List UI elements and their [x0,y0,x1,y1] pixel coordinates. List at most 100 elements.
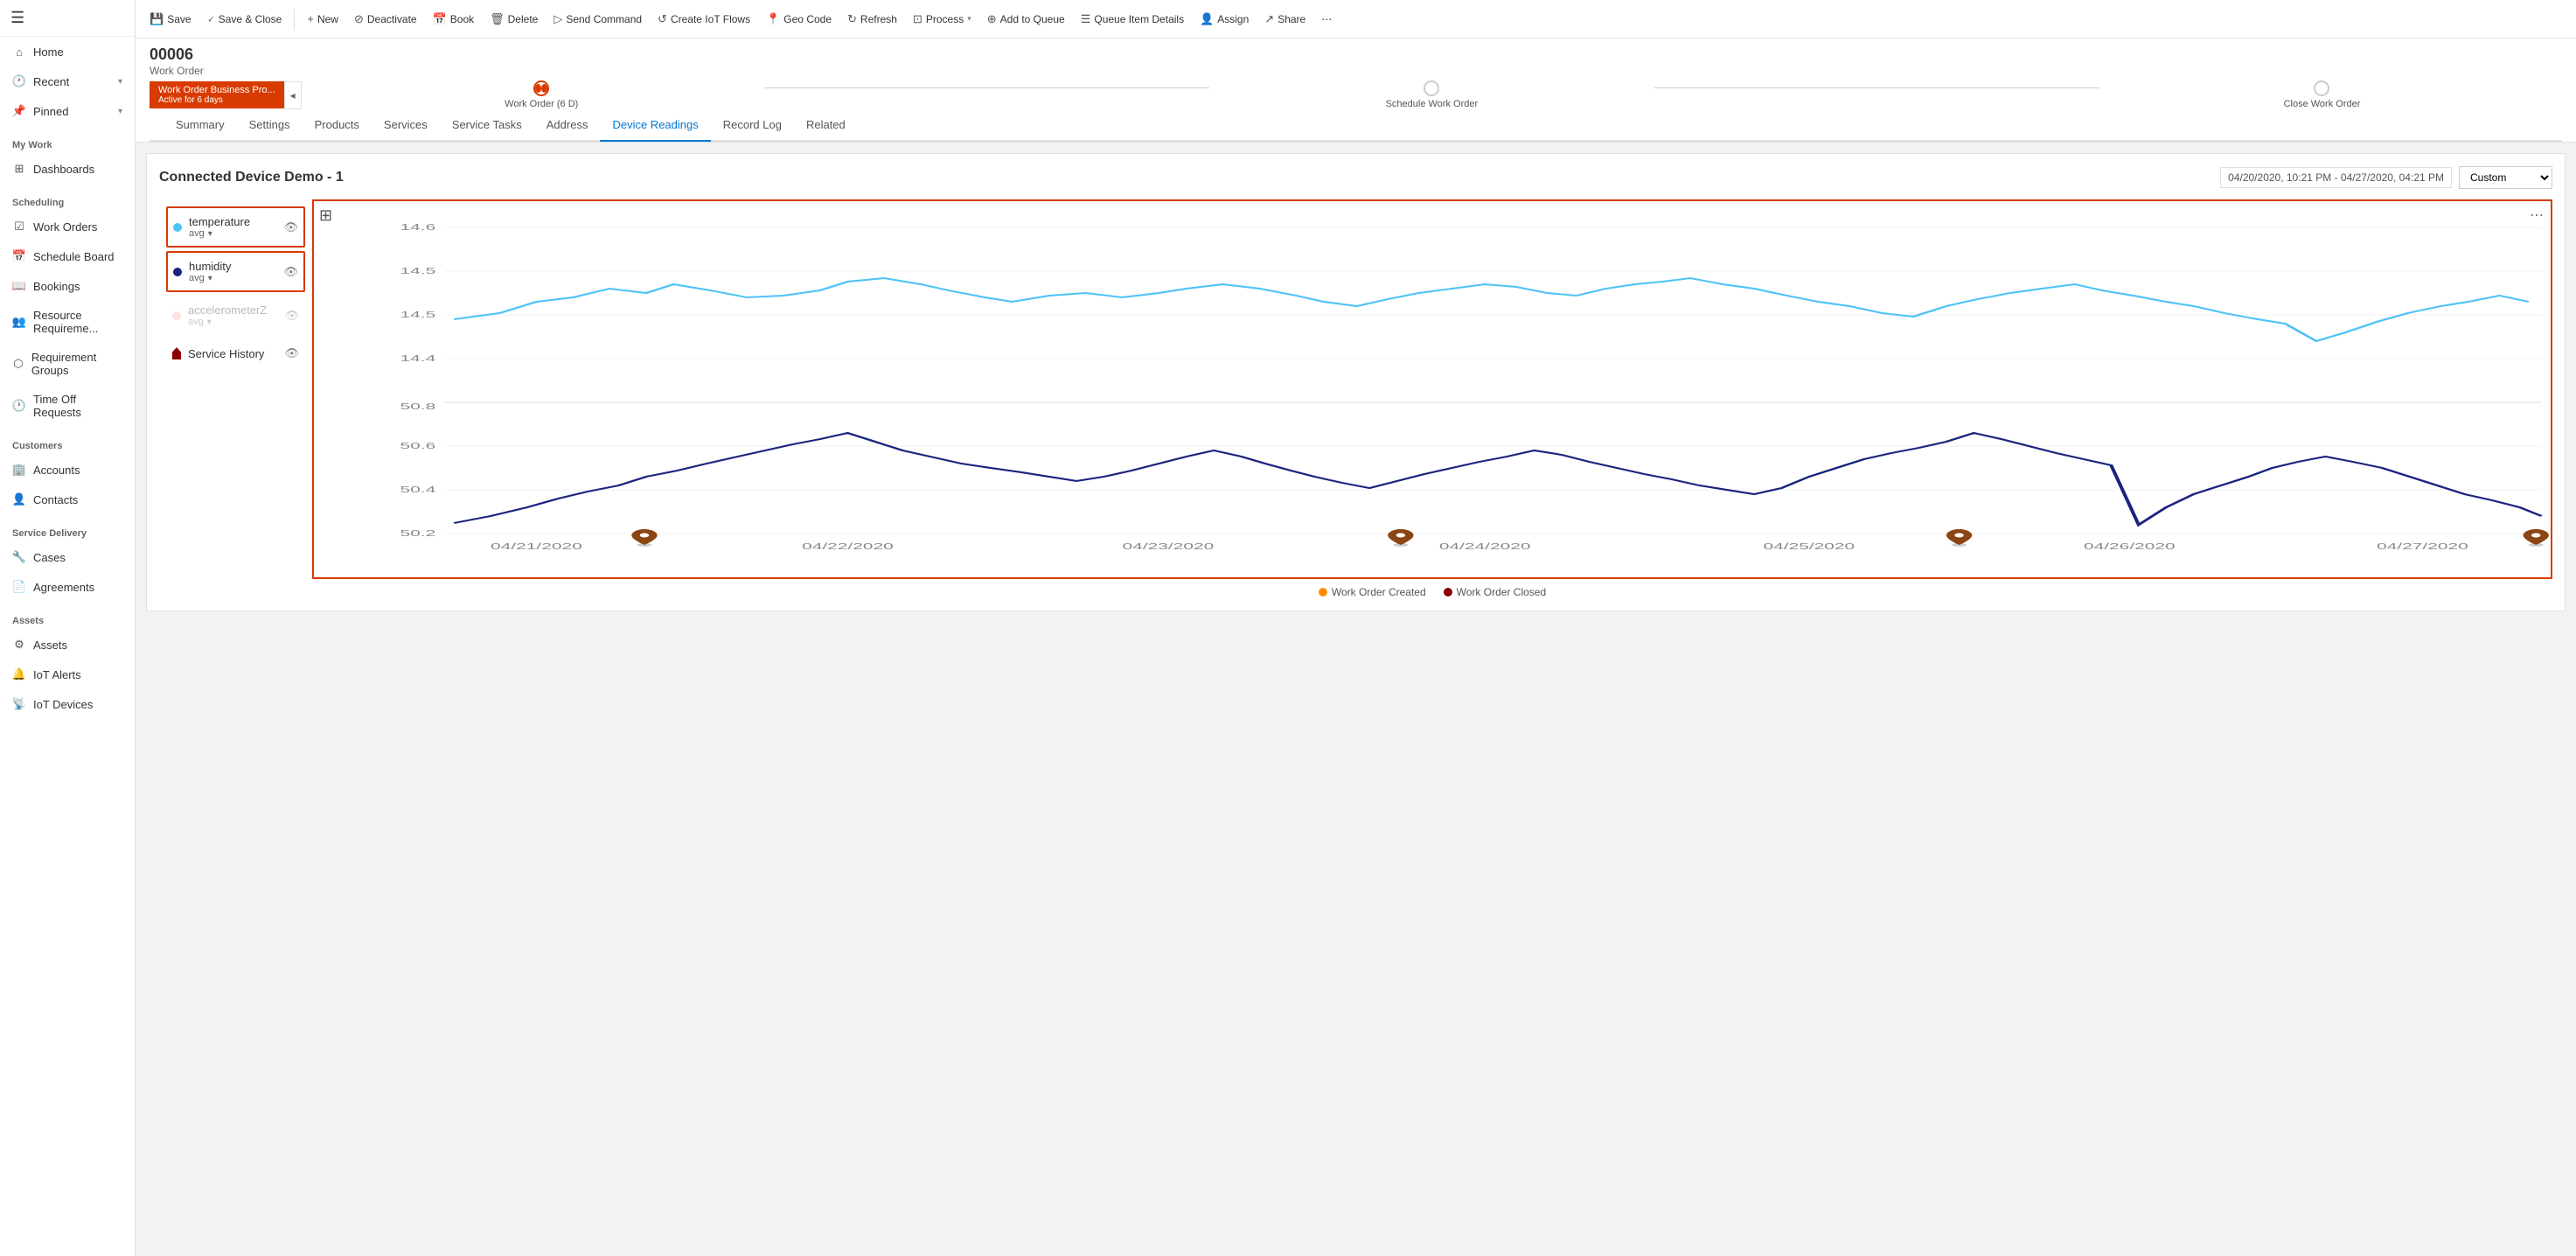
stage-label-close: Close Work Order [2284,99,2361,109]
save-button[interactable]: 💾 Save [143,7,198,31]
active-stage-sub: Active for 6 days [158,95,275,105]
legend-item-temperature[interactable]: temperature avg ▾ 👁 [166,206,305,248]
layers-button[interactable]: ⊞ [319,206,332,225]
sidebar-item-requirement-groups[interactable]: ⬡ Requirement Groups [0,343,135,385]
device-card-header: Connected Device Demo - 1 04/20/2020, 10… [159,166,2552,189]
tab-service-tasks[interactable]: Service Tasks [440,109,534,142]
sidebar-item-requirement-groups-label: Requirement Groups [31,351,122,377]
sidebar-item-agreements[interactable]: 📄 Agreements [0,572,135,602]
stage-collapse-button[interactable]: ◂ [284,81,302,109]
sidebar-item-dashboards[interactable]: ⊞ Dashboards [0,154,135,184]
eye-icon-service-history[interactable]: 👁 [284,346,299,360]
svg-text:04/26/2020: 04/26/2020 [2084,541,2176,551]
legend-item-humidity[interactable]: humidity avg ▾ 👁 [166,251,305,292]
sidebar-item-accounts[interactable]: 🏢 Accounts [0,455,135,485]
tab-settings[interactable]: Settings [237,109,303,142]
tabs: Summary Settings Products Services Servi… [150,109,2562,142]
delete-button[interactable]: 🗑 Delete [483,7,545,31]
deactivate-button[interactable]: ⊘ Deactivate [347,7,424,31]
service-marker-3[interactable] [1946,529,1972,547]
share-button[interactable]: ↗ Share [1257,7,1312,31]
sidebar-item-dashboards-label: Dashboards [33,163,94,176]
service-marker-4[interactable] [2524,529,2549,547]
assign-button[interactable]: 👤 Assign [1193,7,1256,31]
sidebar-item-resource-req[interactable]: 👥 Resource Requireme... [0,301,135,343]
chart-options-button[interactable]: ⋯ [2530,206,2544,224]
send-command-button[interactable]: ▷ Send Command [547,7,649,31]
iot-flows-icon: ↺ [658,12,667,26]
svg-text:14.4: 14.4 [400,353,436,363]
hamburger-icon[interactable]: ☰ [10,9,24,27]
sidebar-item-iot-devices-label: IoT Devices [33,698,93,711]
sidebar-item-recent[interactable]: 🕐 Recent ▾ [0,66,135,96]
book-button[interactable]: 📅 Book [426,7,482,31]
tab-device-readings[interactable]: Device Readings [600,109,710,142]
sidebar-item-contacts[interactable]: 👤 Contacts [0,485,135,514]
service-marker-1[interactable] [631,529,657,547]
requirement-groups-icon: ⬡ [12,357,24,371]
work-order-closed-label: Work Order Closed [1457,586,1546,598]
temperature-sub: avg ▾ [189,228,283,239]
sidebar-item-assets-label: Assets [33,638,67,652]
create-iot-flows-button[interactable]: ↺ Create IoT Flows [651,7,757,31]
sidebar-item-schedule-board-label: Schedule Board [33,250,115,263]
svg-text:04/24/2020: 04/24/2020 [1439,541,1531,551]
add-to-queue-button[interactable]: ⊕ Add to Queue [980,7,1072,31]
tab-address[interactable]: Address [534,109,601,142]
svg-text:04/25/2020: 04/25/2020 [1764,541,1855,551]
sidebar-item-assets[interactable]: ⚙ Assets [0,630,135,659]
sidebar-item-work-orders[interactable]: ☑ Work Orders [0,212,135,241]
sidebar-item-iot-alerts[interactable]: 🔔 IoT Alerts [0,659,135,689]
sidebar-item-cases[interactable]: 🔧 Cases [0,542,135,572]
sidebar-item-pinned-label: Pinned [33,105,68,118]
stage-step-work-order[interactable]: Work Order (6 D) [319,80,764,109]
more-icon: ⋯ [1321,13,1332,25]
tab-products[interactable]: Products [303,109,372,142]
chevron-down-icon-temp[interactable]: ▾ [208,229,212,239]
customers-section: 🏢 Accounts 👤 Contacts [0,455,135,514]
sidebar-item-home[interactable]: ⌂ Home [0,37,135,66]
stage-circle-close [2314,80,2329,96]
main-content: 💾 Save 🗸 Save & Close + New ⊘ Deactivate… [136,0,2576,1256]
service-delivery-section: 🔧 Cases 📄 Agreements [0,542,135,602]
svg-text:04/27/2020: 04/27/2020 [2377,541,2468,551]
process-button[interactable]: ⊡ Process ▾ [906,7,978,31]
stage-line-1 [764,87,1209,88]
stage-step-schedule[interactable]: Schedule Work Order [1209,80,1654,109]
add-to-queue-icon: ⊕ [987,12,997,26]
sidebar-item-contacts-label: Contacts [33,493,78,506]
sidebar-item-pinned[interactable]: 📌 Pinned ▾ [0,96,135,126]
temperature-info: temperature avg ▾ [189,215,283,239]
more-button[interactable]: ⋯ [1314,8,1339,31]
tab-record-log[interactable]: Record Log [711,109,794,142]
eye-icon-temperature[interactable]: 👁 [283,220,298,234]
service-marker-2[interactable] [1388,529,1413,547]
stage-step-close[interactable]: Close Work Order [2099,80,2545,109]
sidebar-item-bookings[interactable]: 📖 Bookings [0,271,135,301]
geo-code-button[interactable]: 📍 Geo Code [759,7,839,31]
sidebar-item-iot-alerts-label: IoT Alerts [33,668,81,681]
sidebar-item-bookings-label: Bookings [33,280,80,293]
time-off-icon: 🕐 [12,399,26,413]
tab-summary[interactable]: Summary [164,109,237,142]
tab-services[interactable]: Services [372,109,440,142]
legend-item-accelerometerz[interactable]: accelerometerZ avg ▾ 👁 [166,296,305,335]
sidebar-item-iot-devices[interactable]: 📡 IoT Devices [0,689,135,719]
date-range-select[interactable]: Custom Last 7 days Last 30 days Last 90 … [2459,166,2552,189]
accelerometerz-dot [172,311,181,320]
legend-item-service-history[interactable]: Service History 👁 [166,338,305,368]
new-button[interactable]: + New [300,7,345,31]
active-stage-badge[interactable]: Work Order Business Pro... Active for 6 … [150,81,284,108]
svg-text:04/21/2020: 04/21/2020 [491,541,582,551]
eye-icon-accelerometerz[interactable]: 👁 [284,309,299,323]
sidebar-item-schedule-board[interactable]: 📅 Schedule Board [0,241,135,271]
save-close-button[interactable]: 🗸 Save & Close [200,7,289,31]
tab-related[interactable]: Related [794,109,858,142]
svg-text:14.6: 14.6 [400,222,436,232]
sidebar-item-time-off[interactable]: 🕐 Time Off Requests [0,385,135,427]
queue-item-details-button[interactable]: ☰ Queue Item Details [1074,7,1191,31]
refresh-button[interactable]: ↻ Refresh [840,7,904,31]
chevron-down-icon-humidity[interactable]: ▾ [208,274,212,283]
chevron-down-icon-accel[interactable]: ▾ [207,317,212,327]
eye-icon-humidity[interactable]: 👁 [283,265,298,279]
